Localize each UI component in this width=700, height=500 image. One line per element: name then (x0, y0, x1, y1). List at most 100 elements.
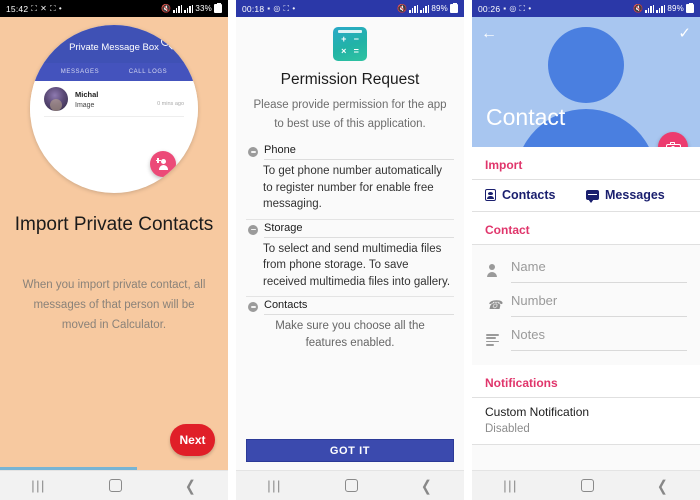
permission-description: To get phone number automatically to reg… (246, 160, 454, 220)
back-button[interactable]: ❮ (185, 477, 196, 495)
status-bar-left-3: 00:26 ▪ ◎ ⛶ • (478, 4, 531, 14)
calculator-icon: + − × = (333, 27, 367, 61)
dnd-icon: ⛶ (283, 3, 290, 13)
status-bar-left-1: 15:42 ⛶ ✕ ⛶ • (6, 4, 62, 14)
page-title: Import Private Contacts (14, 214, 214, 235)
avatar-placeholder-head (548, 27, 624, 103)
status-bar-right-2: 🔇 89% (397, 3, 458, 13)
avatar (44, 87, 68, 111)
contact-name: Michal (75, 89, 99, 99)
name-placeholder: Name (511, 259, 546, 274)
import-messages-label: Messages (605, 188, 665, 202)
battery-icon (214, 3, 222, 13)
permission-status-icon (248, 224, 258, 235)
custom-notification-label: Custom Notification (485, 405, 590, 419)
import-options: Contacts Messages (472, 180, 700, 212)
camera-fab[interactable] (658, 132, 688, 147)
message-preview: Image (75, 101, 95, 109)
battery-icon (450, 3, 458, 13)
notes-input[interactable]: Notes (511, 326, 687, 351)
divider (44, 116, 184, 117)
back-button[interactable]: ❮ (421, 477, 432, 495)
import-messages-option[interactable]: Messages (586, 188, 687, 203)
contact-editor-screen: ← ✓ Contact Import Contacts Messages Con… (472, 17, 700, 470)
calc-plus: + (341, 33, 347, 44)
volume-mute-icon: 🔇 (397, 3, 408, 13)
page-title: Contact (486, 104, 566, 130)
message-subline: Image 0 mins ago (75, 99, 184, 109)
permission-status-icon (248, 147, 258, 157)
back-arrow-icon[interactable]: ← (481, 26, 497, 42)
notes-field-row[interactable]: Notes (485, 317, 687, 351)
panel-divider (464, 0, 472, 500)
status-bar-right-3: 🔇 89% (633, 3, 694, 13)
home-button[interactable] (108, 479, 122, 492)
got-it-button[interactable]: GOT IT (246, 439, 454, 462)
name-input[interactable]: Name (511, 258, 687, 283)
preview-message-list: Michal Image 0 mins ago (30, 81, 198, 117)
phone-screen-1: 15:42 ⛶ ✕ ⛶ • 🔇 33% Private Message Box (0, 0, 228, 500)
phone-icon: ☎ (487, 298, 502, 312)
number-field-row[interactable]: ☎ Number (485, 283, 687, 317)
tab-call-logs[interactable]: CALL LOGS (114, 69, 182, 75)
battery-percent: 89% (431, 4, 448, 13)
status-bar-3: 00:26 ▪ ◎ ⛶ • 🔇 89% (472, 0, 700, 17)
home-button[interactable] (580, 479, 594, 492)
permission-item-contacts[interactable]: Contacts Make sure you choose all the fe… (246, 299, 454, 357)
permission-list: Phone To get phone number automatically … (246, 144, 454, 357)
camera-icon (665, 141, 681, 147)
wifi-icon (645, 4, 655, 13)
custom-notification-status: Disabled (485, 423, 530, 435)
back-button[interactable]: ❮ (657, 477, 668, 495)
recents-button[interactable]: ||| (31, 478, 46, 493)
message-time: 0 mins ago (157, 100, 184, 107)
panel-divider (228, 0, 236, 500)
calc-equals: = (353, 45, 359, 56)
notes-placeholder: Notes (511, 327, 545, 342)
calc-times: × (341, 45, 347, 56)
home-button[interactable] (344, 479, 358, 492)
status-time: 15:42 (6, 3, 29, 14)
check-icon[interactable]: ✓ (678, 26, 691, 41)
screenshot-stage: 15:42 ⛶ ✕ ⛶ • 🔇 33% Private Message Box (0, 0, 700, 500)
search-icon[interactable] (161, 37, 170, 46)
contact-header: ← ✓ Contact (472, 17, 700, 147)
permission-name: Storage (264, 222, 454, 238)
contact-fields: Name ☎ Number Notes (472, 245, 700, 351)
signal-icon (656, 4, 666, 13)
name-field-row[interactable]: Name (485, 249, 687, 283)
recents-button[interactable]: ||| (267, 478, 282, 493)
section-header-contact: Contact (472, 212, 700, 245)
number-placeholder: Number (511, 293, 558, 308)
video-icon: ▪ (503, 3, 507, 13)
number-input[interactable]: Number (511, 292, 687, 317)
add-contact-fab[interactable] (150, 151, 176, 177)
list-item[interactable]: Michal Image 0 mins ago (44, 87, 184, 111)
permission-item-storage[interactable]: Storage To select and send multimedia fi… (246, 222, 454, 297)
next-button[interactable]: Next (170, 424, 215, 456)
phone-screen-2: 00:18 ▪ ◎ ⛶ • 🔇 89% + − × = Permission R… (236, 0, 464, 500)
dot-icon: • (58, 3, 62, 13)
permission-status-icon (248, 302, 258, 312)
message-bubble-icon (586, 190, 599, 203)
person-icon (485, 261, 500, 283)
section-header-notifications: Notifications (472, 365, 700, 398)
dnd-icon: ⛶ (50, 3, 56, 13)
private-message-box-preview: Private Message Box MESSAGES CALL LOGS M… (30, 25, 198, 193)
onboarding-screen: Private Message Box MESSAGES CALL LOGS M… (0, 17, 228, 470)
tab-messages[interactable]: MESSAGES (46, 69, 114, 75)
permission-item-phone[interactable]: Phone To get phone number automatically … (246, 144, 454, 220)
import-contacts-option[interactable]: Contacts (485, 188, 586, 202)
notes-icon (485, 329, 500, 351)
wifi-icon (173, 4, 183, 13)
status-time: 00:18 (242, 3, 265, 14)
battery-percent: 33% (195, 4, 212, 13)
permission-name: Contacts (264, 299, 454, 315)
recents-button[interactable]: ||| (503, 478, 518, 493)
battery-icon (686, 3, 694, 13)
status-bar-right-1: 🔇 33% (161, 3, 222, 13)
status-bar-2: 00:18 ▪ ◎ ⛶ • 🔇 89% (236, 0, 464, 17)
custom-notification-row[interactable]: Custom Notification Disabled (472, 398, 700, 445)
signal-icon (420, 4, 430, 13)
dot-icon: • (528, 3, 532, 13)
